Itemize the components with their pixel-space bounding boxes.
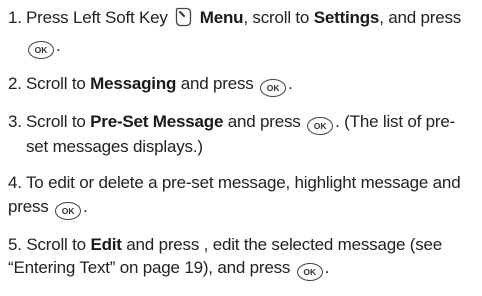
ok-key-icon: OK	[55, 201, 82, 220]
step-text: , scroll to	[243, 8, 314, 27]
step-3: 3. Scroll to Pre-Set Message and press O…	[8, 110, 474, 159]
step-number: 4.	[8, 173, 22, 192]
pre-set-message-term: Pre-Set Message	[90, 111, 224, 131]
settings-term: Settings	[313, 8, 380, 27]
step-1: 1. Press Left Soft Key Menu, scroll to S…	[8, 6, 474, 59]
ok-key-icon: OK	[260, 78, 287, 97]
step-number: 3.	[8, 111, 22, 131]
step-text: .	[288, 73, 293, 93]
step-4: 4. To edit or delete a pre-set message, …	[8, 171, 474, 220]
step-text: Press Left Soft Key	[26, 8, 168, 27]
instruction-list: 1. Press Left Soft Key Menu, scroll to S…	[0, 0, 482, 296]
step-text: .	[83, 196, 88, 216]
step-number: 5.	[8, 234, 22, 254]
step-5: 5. Scroll to Edit and press , edit the s…	[8, 233, 474, 281]
step-number: 1.	[8, 8, 22, 27]
ok-key-icon: OK	[307, 116, 334, 135]
step-number: 2.	[8, 73, 22, 93]
step-text: and press	[223, 111, 301, 131]
step-2: 2. Scroll to Messaging and press OK.	[8, 72, 474, 97]
ok-key-icon: OK	[296, 263, 323, 281]
step-text: and press	[176, 73, 254, 93]
step-text: .	[324, 258, 330, 277]
menu-term: Menu	[199, 8, 244, 27]
messaging-term: Messaging	[90, 73, 177, 93]
step-text: Scroll to	[26, 234, 91, 254]
step-text: Scroll to	[26, 73, 91, 93]
ok-key-icon: OK	[28, 40, 54, 59]
step-text: Scroll to	[26, 111, 91, 131]
edit-term: Edit	[90, 234, 122, 254]
left-soft-key-icon	[175, 7, 192, 34]
step-text: .	[56, 35, 61, 55]
step-text: , and press	[379, 8, 462, 27]
